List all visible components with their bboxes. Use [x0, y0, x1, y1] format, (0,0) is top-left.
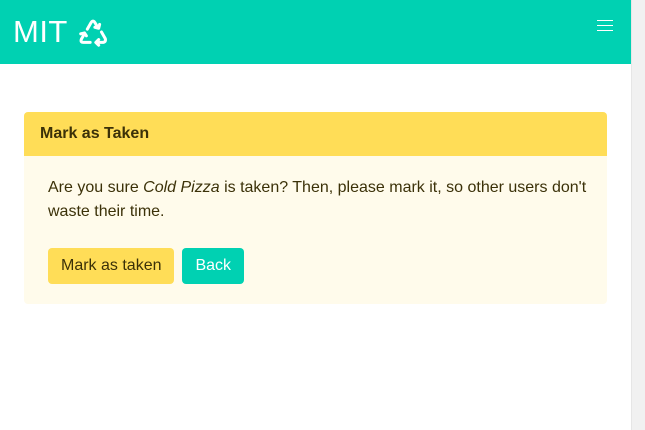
action-buttons: Mark as taken Back [48, 248, 583, 284]
confirmation-prefix: Are you sure [48, 179, 144, 196]
message-body: Are you sure Cold Pizza is taken? Then, … [24, 156, 607, 304]
message-header: Mark as Taken [24, 112, 607, 156]
navbar: MIT [0, 0, 631, 64]
scrollbar[interactable] [631, 0, 645, 430]
brand-title: MIT [13, 14, 68, 49]
mark-as-taken-button[interactable]: Mark as taken [48, 248, 175, 284]
message-title: Mark as Taken [40, 125, 150, 142]
hamburger-line [597, 20, 613, 21]
hamburger-icon[interactable] [597, 19, 613, 31]
item-name: Cold Pizza [143, 179, 220, 196]
confirmation-text: Are you sure Cold Pizza is taken? Then, … [48, 176, 588, 224]
back-button[interactable]: Back [182, 248, 245, 284]
mark-taken-message: Mark as Taken Are you sure Cold Pizza is… [24, 112, 607, 304]
brand-link[interactable]: MIT [13, 14, 110, 50]
recycle-icon [79, 19, 107, 47]
hamburger-line [597, 30, 613, 31]
hamburger-line [597, 25, 613, 26]
scrollbar-thumb[interactable] [634, 2, 643, 402]
